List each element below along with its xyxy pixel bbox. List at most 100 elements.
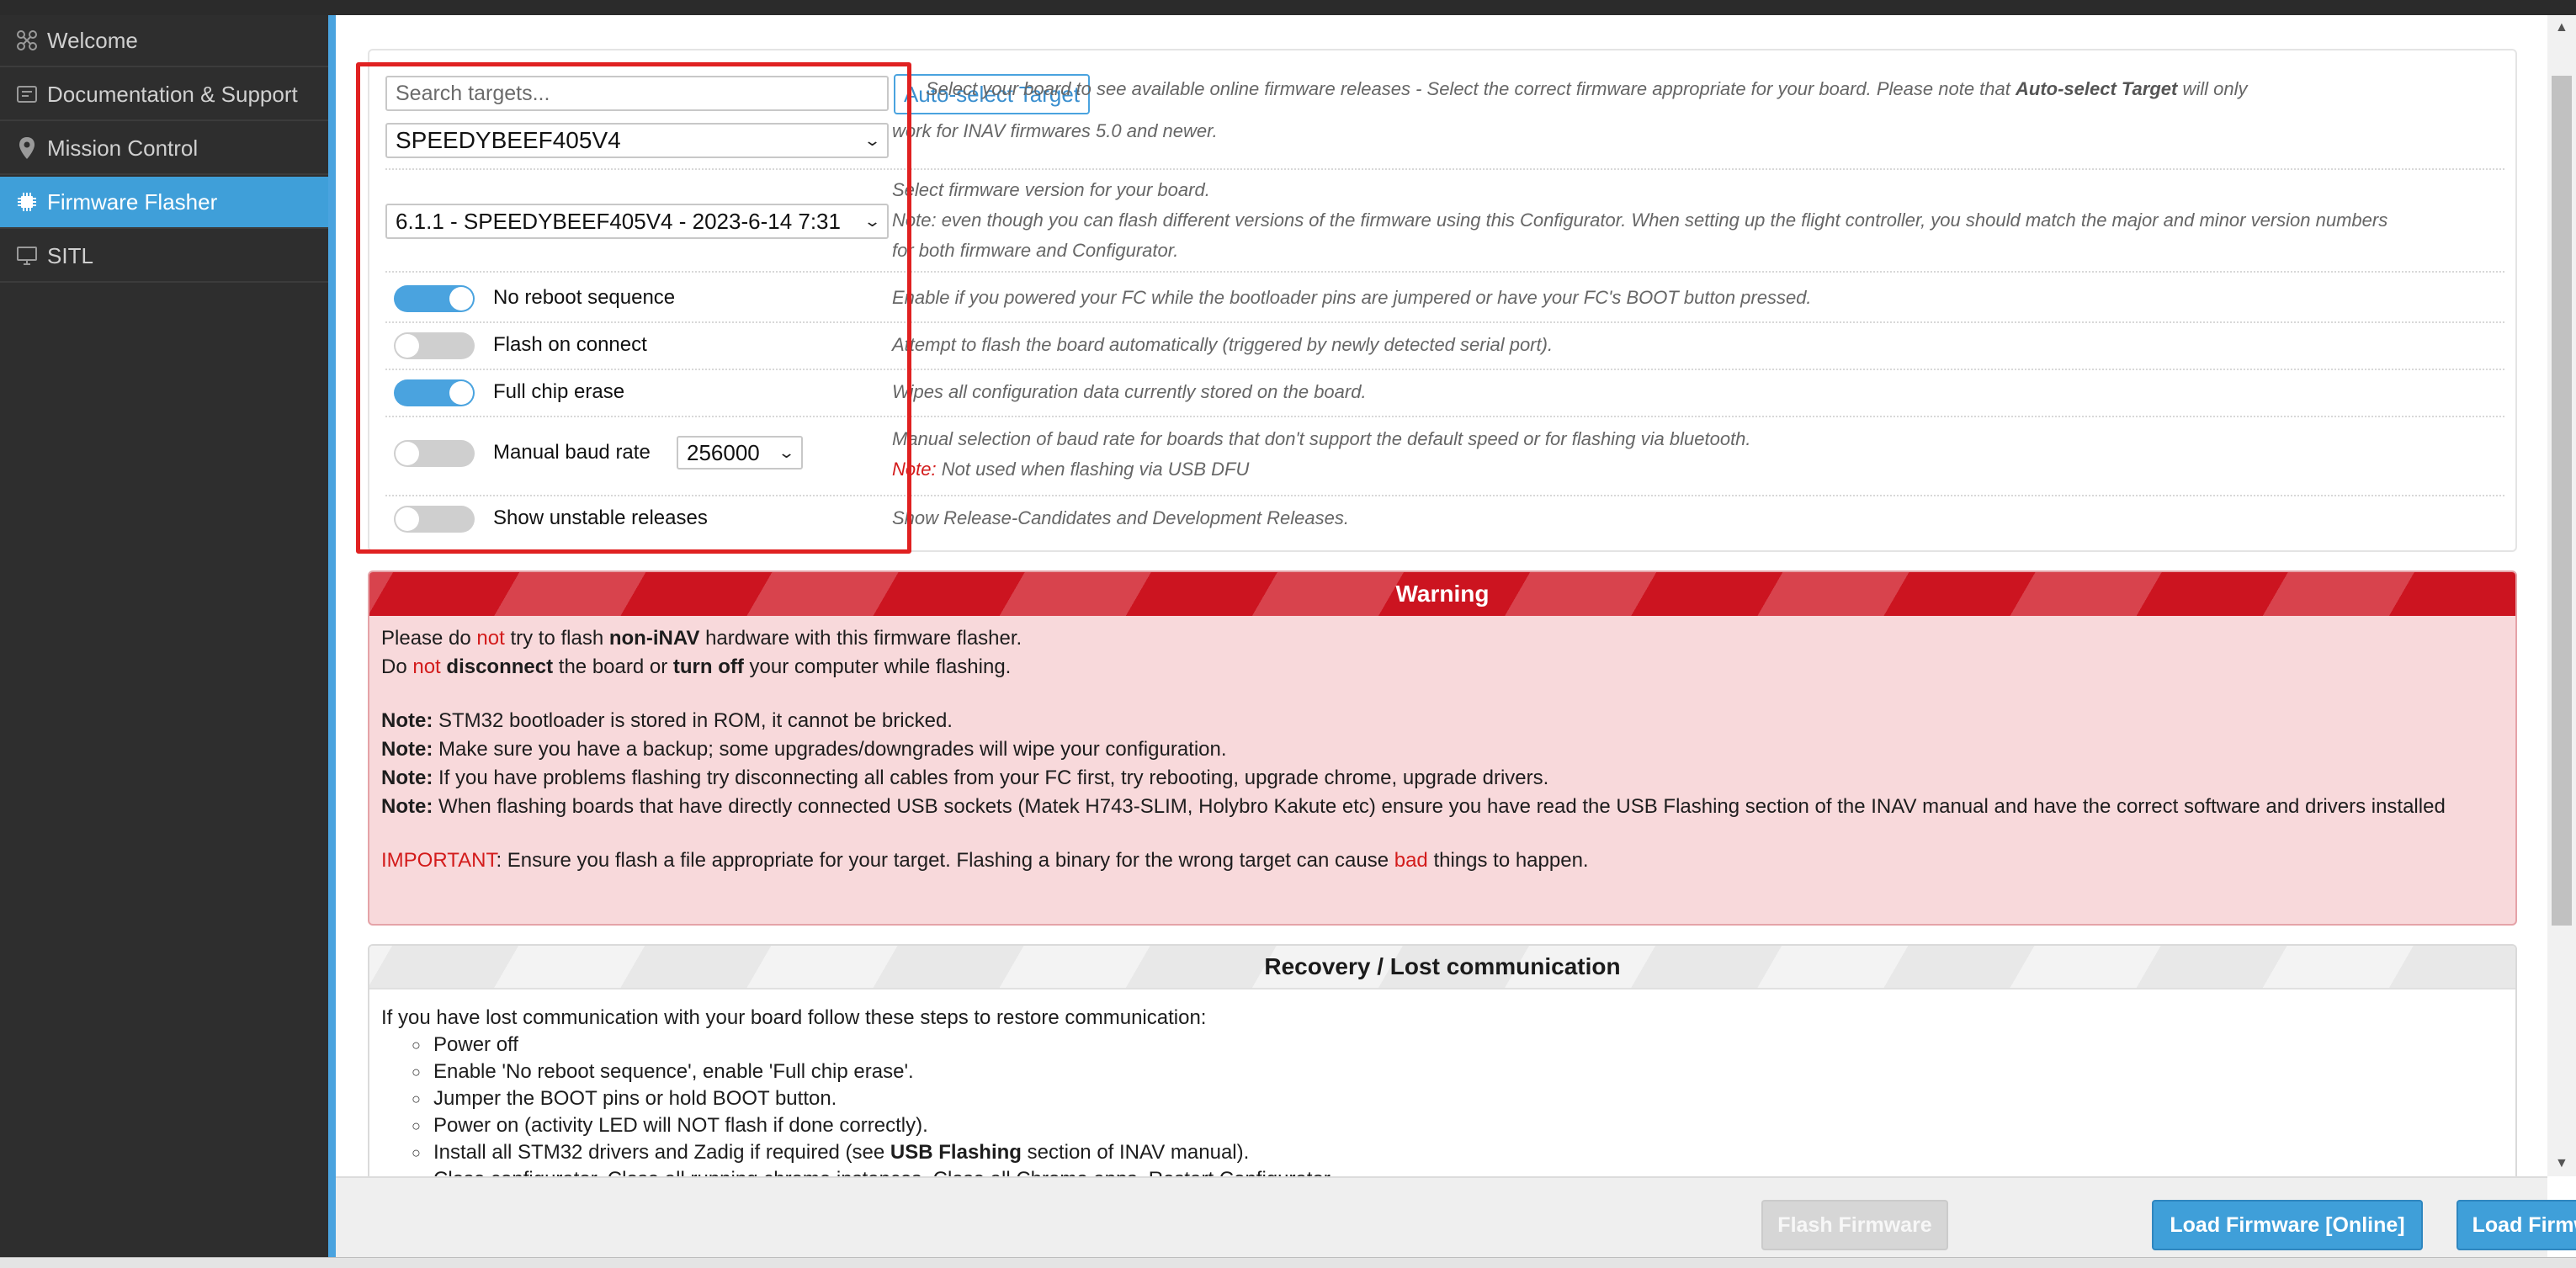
toggle-knob	[396, 334, 419, 358]
full-chip-erase-label: Full chip erase	[493, 380, 625, 403]
baud-note-prefix: Note:	[892, 459, 937, 480]
show-unstable-toggle[interactable]	[394, 506, 475, 533]
warning-text: Do	[381, 655, 407, 678]
divider	[385, 495, 2504, 496]
recovery-panel: Recovery / Lost communication If you hav…	[368, 944, 2517, 1196]
board-desc-text-end: will only	[2182, 78, 2248, 99]
toggle-knob	[449, 381, 473, 405]
warning-bold-text: non-iNAV	[608, 627, 700, 650]
flash-on-connect-desc: Attempt to flash the board automatically…	[892, 334, 1554, 355]
note-text: If you have problems flashing try discon…	[438, 767, 1549, 789]
load-firmware-local-button[interactable]: Load Firmware [Local]	[2456, 1200, 2576, 1250]
note-text: STM32 bootloader is stored in ROM, it ca…	[438, 709, 953, 732]
support-icon	[10, 77, 44, 111]
board-desc-line2: work for INAV firmwares 5.0 and newer.	[892, 120, 1218, 141]
sidebar-item-label: Mission Control	[47, 135, 199, 161]
scrollbar-thumb[interactable]	[2552, 76, 2572, 926]
warning-text: hardware with this firmware flasher.	[705, 627, 1022, 650]
note-label: Note:	[381, 738, 433, 761]
map-pin-icon	[10, 131, 44, 165]
warning-text: your computer while flashing.	[749, 655, 1012, 678]
warning-line: Do not disconnect the board or turn off …	[381, 653, 2502, 682]
important-label: IMPORTANT	[381, 849, 497, 872]
list-item: Power off	[412, 1032, 2502, 1058]
app-root: Welcome Documentation & Support Mission …	[0, 0, 2576, 1268]
divider	[385, 168, 2504, 170]
full-chip-erase-toggle[interactable]	[394, 379, 475, 406]
scroll-down-icon[interactable]: ▼	[2555, 1156, 2568, 1171]
warning-text: the board or	[558, 655, 668, 678]
no-reboot-label: No reboot sequence	[493, 286, 676, 309]
baud-desc-line1: Manual selection of baud rate for boards…	[892, 428, 1751, 449]
divider	[385, 271, 2504, 273]
version-description: Select firmware version for your board. …	[892, 175, 2387, 266]
important-red-text: bad	[1394, 849, 1428, 872]
warning-header: Warning	[369, 572, 2515, 616]
sidebar-divider	[328, 15, 336, 1268]
sidebar: Welcome Documentation & Support Mission …	[0, 15, 328, 1268]
warning-text: try to flash	[510, 627, 604, 650]
step-bold-text: USB Flashing	[890, 1141, 1022, 1164]
list-item: Install all STM32 drivers and Zadig if r…	[412, 1139, 2502, 1166]
recovery-title: Recovery / Lost communication	[1264, 953, 1621, 979]
board-description: Select your board to see available onlin…	[892, 74, 2248, 146]
board-desc-bold: Auto-select Target	[2016, 78, 2178, 99]
warning-body: Please do not try to flash non-iNAV hard…	[381, 624, 2502, 875]
welcome-icon	[10, 24, 44, 57]
warning-panel: Warning Please do not try to flash non-i…	[368, 570, 2517, 926]
recovery-intro: If you have lost communication with your…	[381, 1006, 1207, 1029]
version-desc-line3: for both firmware and Configurator.	[892, 240, 1179, 261]
sidebar-item-label: SITL	[47, 242, 93, 268]
warning-line: Please do not try to flash non-iNAV hard…	[381, 624, 2502, 653]
baud-rate-select[interactable]: 256000 ⌄	[677, 436, 803, 470]
toggle-knob	[449, 287, 473, 310]
no-reboot-toggle[interactable]	[394, 285, 475, 312]
manual-baud-label: Manual baud rate	[493, 441, 651, 464]
note-label: Note:	[381, 767, 433, 789]
sidebar-item-label: Welcome	[47, 27, 138, 53]
divider	[385, 369, 2504, 370]
version-desc-line2: Note: even though you can flash differen…	[892, 210, 2388, 231]
flash-on-connect-toggle[interactable]	[394, 332, 475, 359]
sidebar-item-sitl[interactable]: SITL	[0, 231, 328, 283]
recovery-body: If you have lost communication with your…	[381, 1005, 2502, 1193]
important-text: things to happen.	[1433, 849, 1589, 872]
divider	[385, 416, 2504, 417]
flash-firmware-button[interactable]: Flash Firmware	[1761, 1200, 1948, 1250]
important-text: : Ensure you flash a file appropriate fo…	[496, 849, 1389, 872]
manual-baud-toggle[interactable]	[394, 440, 475, 467]
sidebar-item-firmware-flasher[interactable]: Firmware Flasher	[0, 177, 328, 229]
no-reboot-desc: Enable if you powered your FC while the …	[892, 287, 1812, 308]
recovery-steps: Power off Enable 'No reboot sequence', e…	[412, 1032, 2502, 1193]
warning-note: Note: Make sure you have a backup; some …	[381, 735, 2502, 764]
sidebar-item-documentation[interactable]: Documentation & Support	[0, 69, 328, 121]
list-item: Enable 'No reboot sequence', enable 'Ful…	[412, 1058, 2502, 1085]
warning-note: Note: If you have problems flashing try …	[381, 764, 2502, 793]
show-unstable-desc: Show Release-Candidates and Development …	[892, 507, 1349, 528]
version-select-value: 6.1.1 - SPEEDYBEEF405V4 - 2023-6-14 7:31	[396, 208, 841, 234]
search-targets-input[interactable]	[385, 76, 889, 111]
baud-note-text: Not used when flashing via USB DFU	[941, 459, 1250, 480]
load-firmware-online-button[interactable]: Load Firmware [Online]	[2152, 1200, 2423, 1250]
sidebar-item-mission-control[interactable]: Mission Control	[0, 123, 328, 175]
note-label: Note:	[381, 709, 433, 732]
step-text: Install all STM32 drivers and Zadig if r…	[433, 1141, 885, 1164]
firmware-version-select[interactable]: 6.1.1 - SPEEDYBEEF405V4 - 2023-6-14 7:31…	[385, 204, 889, 239]
warning-important: IMPORTANT: Ensure you flash a file appro…	[381, 846, 2502, 875]
warning-red-text: not	[412, 655, 441, 678]
toggle-knob	[396, 507, 419, 531]
baud-select-value: 256000	[687, 439, 760, 465]
board-select[interactable]: SPEEDYBEEF405V4 ⌄	[385, 123, 889, 158]
list-item: Power on (activity LED will NOT flash if…	[412, 1112, 2502, 1139]
scroll-up-icon[interactable]: ▲	[2555, 20, 2568, 35]
full-chip-erase-desc: Wipes all configuration data currently s…	[892, 381, 1367, 402]
scrollbar[interactable]: ▲ ▼	[2547, 15, 2576, 1176]
step-text: section of INAV manual).	[1027, 1141, 1250, 1164]
toggle-knob	[396, 442, 419, 465]
sidebar-item-welcome[interactable]: Welcome	[0, 15, 328, 67]
chevron-down-icon: ⌄	[863, 131, 882, 149]
firmware-flasher-content: Auto-select Target Select your board to …	[336, 15, 2547, 1196]
warning-note: Note: STM32 bootloader is stored in ROM,…	[381, 707, 2502, 735]
